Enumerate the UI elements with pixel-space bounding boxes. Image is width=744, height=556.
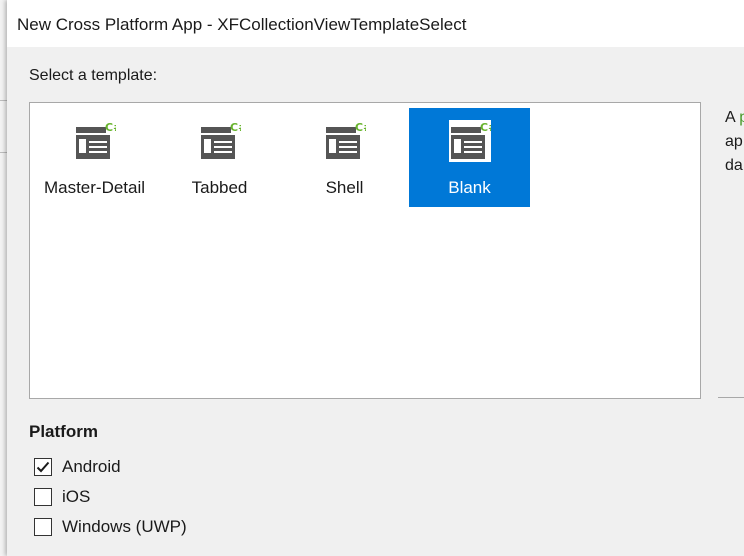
template-tabbed[interactable]: C# Tabbed [159, 108, 280, 207]
template-shell[interactable]: C# Shell [284, 108, 405, 207]
description-line: ap [725, 133, 743, 150]
svg-text:C#: C# [480, 121, 491, 134]
template-master-detail[interactable]: C# Master-Detail [34, 108, 155, 207]
checkbox-box[interactable] [34, 458, 52, 476]
screen: New Cross Platform App - XFCollectionVie… [0, 0, 744, 556]
title-bar[interactable]: New Cross Platform App - XFCollectionVie… [7, 0, 744, 47]
checkbox-box[interactable] [34, 488, 52, 506]
select-template-label: Select a template: [29, 67, 158, 84]
csharp-template-icon: C# [201, 121, 241, 159]
template-list[interactable]: C# Master-Detail C# Tabbed [29, 102, 701, 399]
svg-text:C#: C# [105, 121, 116, 134]
csharp-template-icon: C# [76, 121, 116, 159]
dialog-title: New Cross Platform App - XFCollectionVie… [17, 15, 467, 34]
description-line: A [725, 109, 740, 126]
svg-text:C#: C# [230, 121, 241, 134]
template-description: A p ap da [725, 106, 744, 178]
template-label: Master-Detail [43, 178, 146, 197]
checkbox-label: Windows (UWP) [62, 517, 187, 536]
platform-heading: Platform [29, 422, 98, 441]
template-label: Blank [448, 178, 491, 197]
csharp-template-icon: C# [326, 121, 366, 159]
checkbox-label: Android [62, 457, 121, 476]
description-line: da [725, 157, 743, 174]
svg-text:C#: C# [355, 121, 366, 134]
checkbox-label: iOS [62, 487, 91, 506]
template-blank[interactable]: C# Blank [409, 108, 530, 207]
checkmark-icon [36, 461, 50, 473]
new-cross-platform-app-dialog: New Cross Platform App - XFCollectionVie… [7, 0, 744, 556]
checkbox-box[interactable] [34, 518, 52, 536]
template-label: Tabbed [191, 178, 248, 197]
description-divider [718, 397, 744, 398]
description-accent: p [739, 109, 744, 126]
csharp-template-icon: C# [449, 120, 491, 162]
template-label: Shell [325, 178, 364, 197]
